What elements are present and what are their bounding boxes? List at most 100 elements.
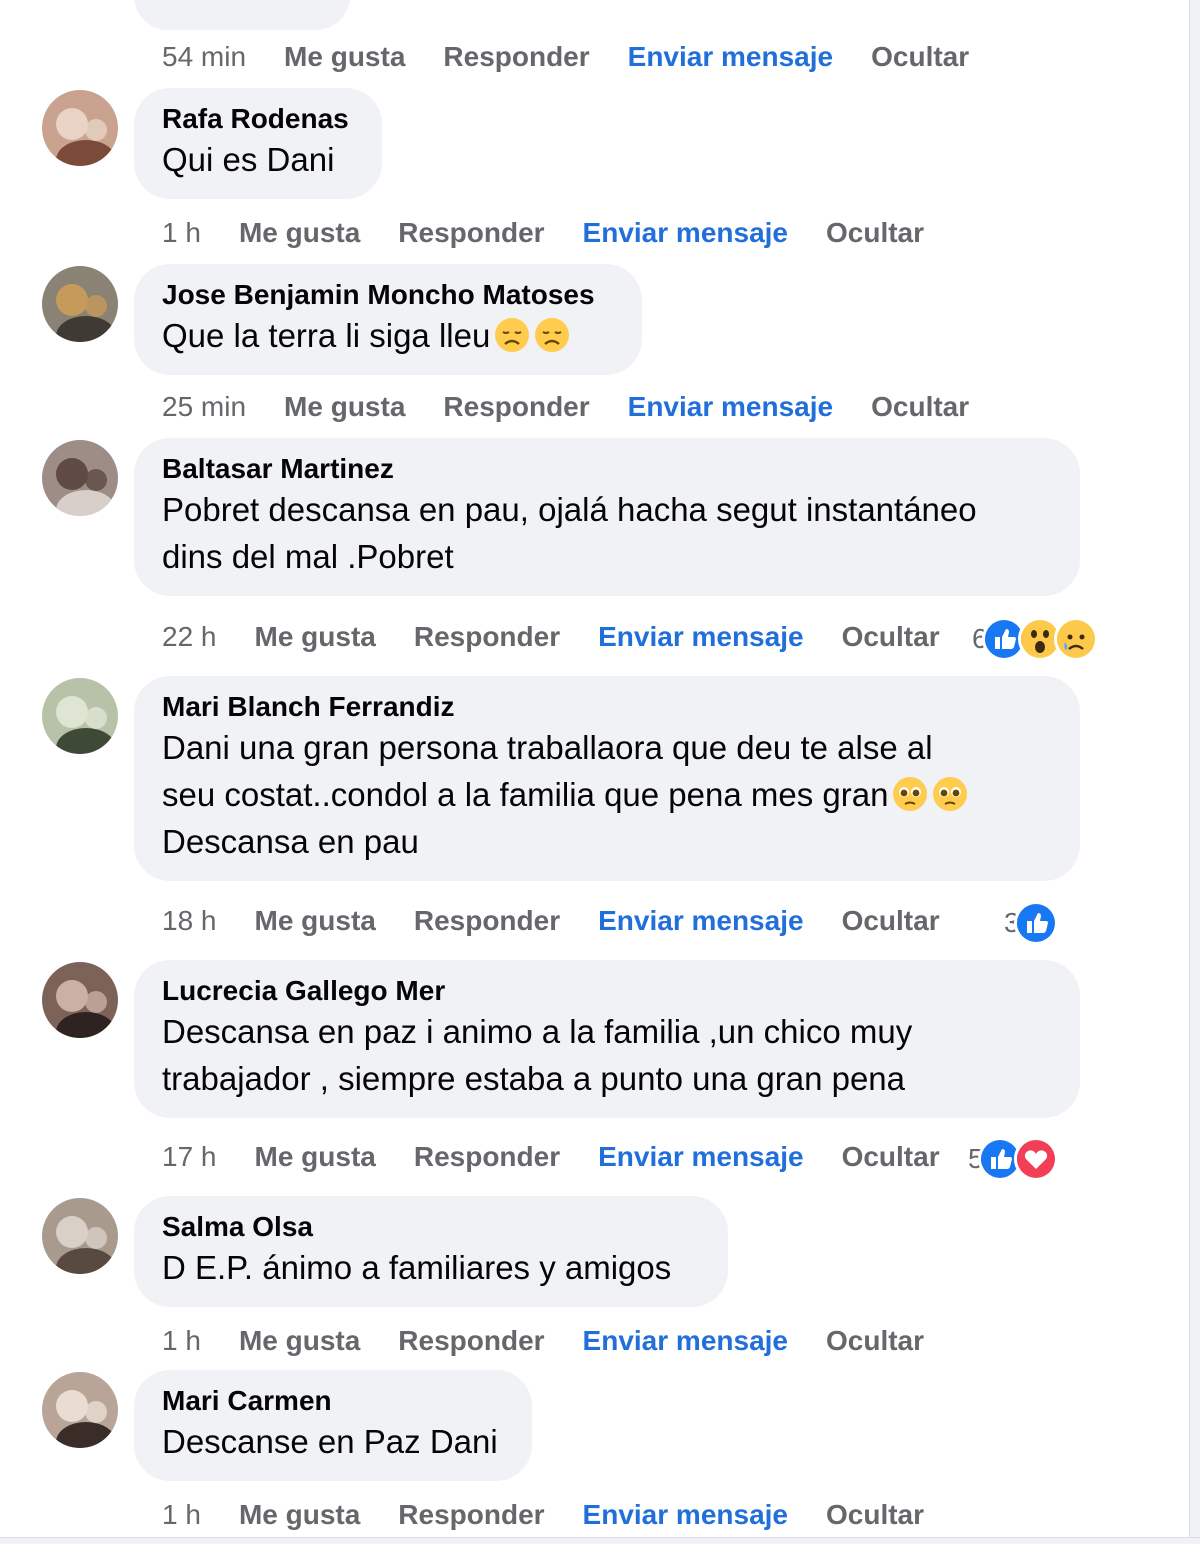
reply-button[interactable]: Responder (443, 40, 589, 74)
comment-author[interactable]: Mari Carmen (162, 1384, 504, 1418)
avatar[interactable] (42, 678, 118, 754)
comment-author[interactable]: Mari Blanch Ferrandiz (162, 690, 1052, 724)
comment-actions: 25 min Me gusta Responder Enviar mensaje Ocu… (162, 390, 1007, 424)
avatar[interactable] (42, 90, 118, 166)
reply-button[interactable]: Responder (398, 216, 544, 250)
hide-button[interactable]: Ocultar (842, 620, 940, 654)
send-message-button[interactable]: Enviar mensaje (598, 904, 803, 938)
scrollbar-track[interactable] (1189, 0, 1200, 1544)
reply-button[interactable]: Responder (398, 1324, 544, 1358)
comment-time[interactable]: 54 min (162, 40, 246, 74)
comment-time[interactable]: 1 h (162, 1324, 201, 1358)
comment-text-line: Qui es Dani (162, 136, 354, 183)
pleading-face-emoji (892, 776, 928, 812)
comment-time[interactable]: 18 h (162, 904, 217, 938)
avatar[interactable] (42, 1372, 118, 1448)
comment-author[interactable]: Jose Benjamin Moncho Matoses (162, 278, 614, 312)
comment-actions: 54 min Me gusta Responder Enviar mensaje… (162, 40, 1007, 74)
reaction-summary[interactable]: 5 (968, 1137, 1058, 1181)
send-message-button[interactable]: Enviar mensaje (598, 1140, 803, 1174)
avatar[interactable] (42, 440, 118, 516)
comment-text: Descansa en paz i animo a la familia ,un… (162, 1013, 913, 1050)
like-button[interactable]: Me gusta (255, 904, 376, 938)
like-button[interactable]: Me gusta (239, 216, 360, 250)
disappointed-face-emoji (534, 317, 570, 353)
comment-text-line: trabajador , siempre estaba a punto una … (162, 1055, 1052, 1102)
comment-text-line: seu costat..condol a la familia que pena… (162, 771, 1052, 818)
comment-text: dins del mal .Pobret (162, 538, 454, 575)
hide-button[interactable]: Ocultar (871, 390, 969, 424)
bottom-edge (0, 1537, 1200, 1544)
hide-button[interactable]: Ocultar (871, 40, 969, 74)
comment-author[interactable]: Baltasar Martinez (162, 452, 1052, 486)
comment-bubble: Rafa Rodenas Qui es Dani (134, 88, 382, 199)
reply-button[interactable]: Responder (398, 1498, 544, 1532)
comment-text: Que la terra li siga lleu (162, 317, 491, 354)
comment-bubble: Baltasar Martinez Pobret descansa en pau,… (134, 438, 1080, 596)
like-button[interactable]: Me gusta (239, 1324, 360, 1358)
avatar[interactable] (42, 1198, 118, 1274)
reaction-summary[interactable]: 6 (972, 617, 1098, 661)
hide-button[interactable]: Ocultar (842, 1140, 940, 1174)
send-message-button[interactable]: Enviar mensaje (598, 620, 803, 654)
send-message-button[interactable]: Enviar mensaje (628, 390, 833, 424)
comment-bubble: Mari Blanch Ferrandiz Dani una gran perso… (134, 676, 1080, 881)
comment-text-line: Descansa en pau (162, 818, 1052, 865)
disappointed-face-emoji (494, 317, 530, 353)
like-button[interactable]: Me gusta (255, 1140, 376, 1174)
reaction-summary[interactable]: 3 (1004, 901, 1058, 945)
like-button[interactable]: Me gusta (284, 390, 405, 424)
comment-text: Descansa en pau (162, 823, 419, 860)
comment-actions: 17 h Me gusta Responder Enviar mensaje Ocult… (162, 1140, 978, 1174)
comment-actions: 1 h Me gusta Responder Enviar mensaje Oculta… (162, 1498, 962, 1532)
send-message-button[interactable]: Enviar mensaje (628, 40, 833, 74)
comment-bubble: Salma Olsa D E.P. ánimo a familiares y am… (134, 1196, 728, 1307)
comment-text-line: Que la terra li siga lleu (162, 312, 614, 359)
comment-text-line: Descanse en Paz Dani (162, 1418, 504, 1465)
comment-author[interactable]: Rafa Rodenas (162, 102, 354, 136)
comment-bubble: Lucrecia Gallego Mer Descansa en paz i an… (134, 960, 1080, 1118)
reply-button[interactable]: Responder (443, 390, 589, 424)
hide-button[interactable]: Ocultar (826, 1324, 924, 1358)
comment-text: Descanse en Paz Dani (162, 1423, 498, 1460)
like-button[interactable]: Me gusta (239, 1498, 360, 1532)
comment-time[interactable]: 1 h (162, 1498, 201, 1532)
comment-time[interactable]: 17 h (162, 1140, 217, 1174)
reply-button[interactable]: Responder (414, 620, 560, 654)
comment-time[interactable]: 1 h (162, 216, 201, 250)
hide-button[interactable]: Ocultar (826, 1498, 924, 1532)
comment-author[interactable]: Salma Olsa (162, 1210, 700, 1244)
send-message-button[interactable]: Enviar mensaje (583, 1498, 788, 1532)
comment-text-line: D E.P. ánimo a familiares y amigos (162, 1244, 700, 1291)
comment-text-line: Dani una gran persona traballaora que de… (162, 724, 1052, 771)
comment-text-line: Pobret descansa en pau, ojalá hacha segu… (162, 486, 1052, 533)
comment-text: D E.P. ánimo a familiares y amigos (162, 1249, 672, 1286)
comment-time[interactable]: 25 min (162, 390, 246, 424)
comment-actions: 1 h Me gusta Responder Enviar mensaje Oculta… (162, 1324, 962, 1358)
reply-button[interactable]: Responder (414, 1140, 560, 1174)
comment-bubble: Mari Carmen Descanse en Paz Dani (134, 1370, 532, 1481)
hide-button[interactable]: Ocultar (842, 904, 940, 938)
avatar[interactable] (42, 266, 118, 342)
comment-text: Qui es Dani (162, 141, 335, 178)
comment-actions: 1 h Me gusta Responder Enviar mensaje Oculta… (162, 216, 962, 250)
comment-bubble-partial (134, 0, 350, 30)
send-message-button[interactable]: Enviar mensaje (583, 216, 788, 250)
reply-button[interactable]: Responder (414, 904, 560, 938)
comment-time[interactable]: 22 h (162, 620, 217, 654)
avatar[interactable] (42, 962, 118, 1038)
comment-actions: 18 h Me gusta Responder Enviar mensaje Ocult… (162, 904, 978, 938)
like-reaction-icon (1013, 901, 1058, 945)
comment-text: trabajador , siempre estaba a punto una … (162, 1060, 906, 1097)
comment-text: Pobret descansa en pau, ojalá hacha segu… (162, 491, 977, 528)
comment-text: Dani una gran persona traballaora que de… (162, 729, 933, 766)
like-button[interactable]: Me gusta (255, 620, 376, 654)
hide-button[interactable]: Ocultar (826, 216, 924, 250)
comment-author[interactable]: Lucrecia Gallego Mer (162, 974, 1052, 1008)
sad-reaction-icon (1053, 617, 1098, 661)
send-message-button[interactable]: Enviar mensaje (583, 1324, 788, 1358)
like-button[interactable]: Me gusta (284, 40, 405, 74)
comment-actions: 22 h Me gusta Responder Enviar mensaje Ocult… (162, 620, 978, 654)
comment-text-line: Descansa en paz i animo a la familia ,un… (162, 1008, 1052, 1055)
pleading-face-emoji (932, 776, 968, 812)
